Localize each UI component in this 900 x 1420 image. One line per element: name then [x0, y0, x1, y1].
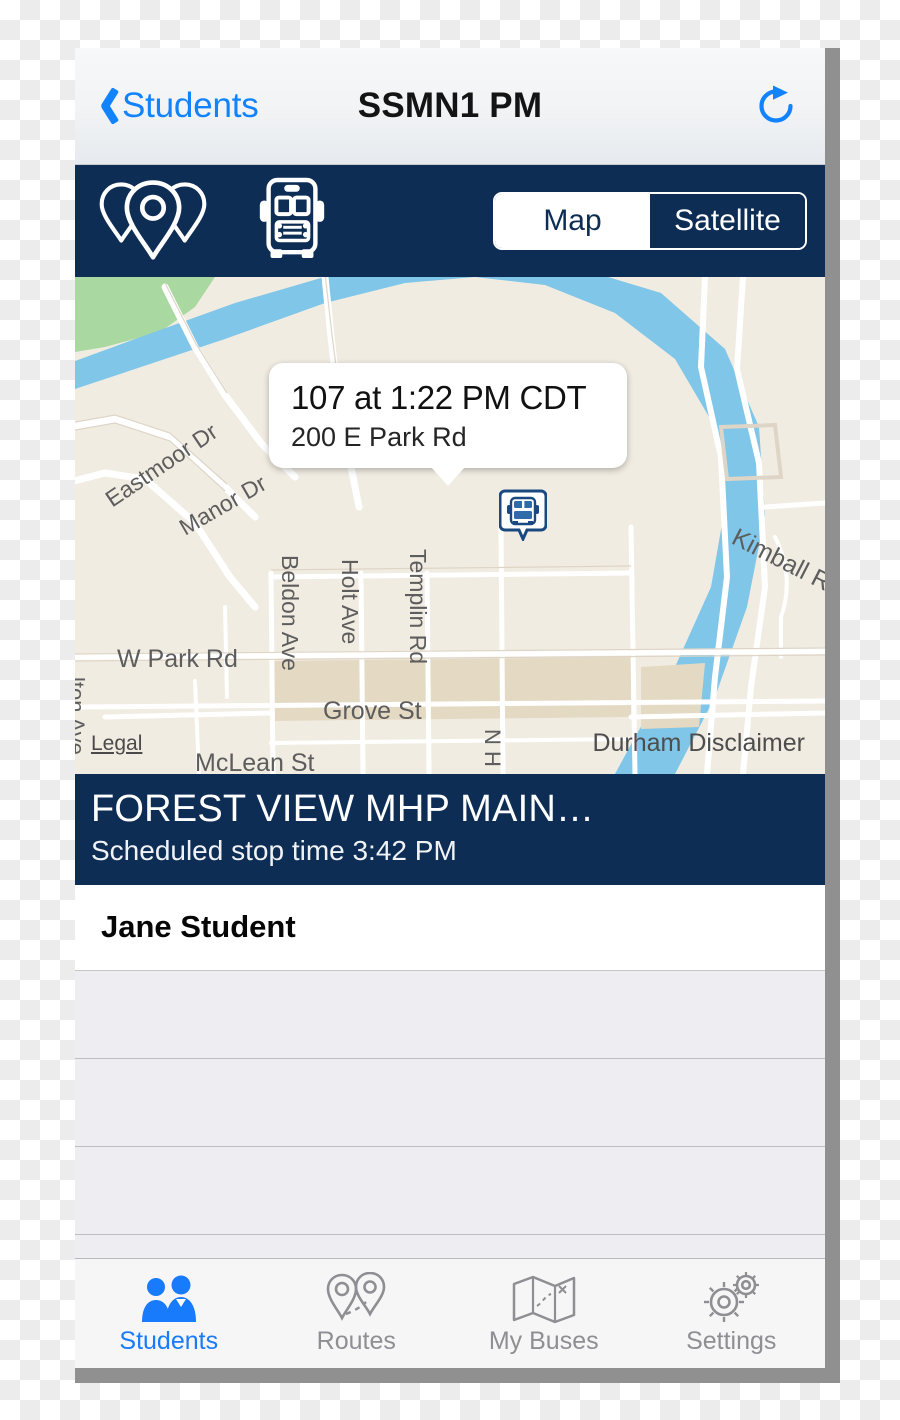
- navigation-bar: Students SSMN1 PM: [75, 48, 825, 165]
- list-item[interactable]: Jane Student: [75, 884, 825, 971]
- list-item[interactable]: [75, 1058, 825, 1147]
- refresh-icon[interactable]: [753, 83, 799, 129]
- map-canvas[interactable]: Eastmoor Dr Manor Dr Beldon Ave Holt Ave…: [75, 277, 825, 774]
- gears-icon: [700, 1271, 762, 1324]
- segment-map[interactable]: Map: [495, 194, 650, 248]
- map-disclaimer-label[interactable]: Durham Disclaimer: [592, 729, 805, 758]
- page-title: SSMN1 PM: [357, 86, 543, 125]
- callout-title: 107 at 1:22 PM CDT: [291, 379, 587, 416]
- tab-students[interactable]: Students: [75, 1259, 263, 1368]
- phone-screen: Students SSMN1 PM Map Satellite Eastmoor…: [75, 48, 825, 1368]
- map-type-segmented-control[interactable]: Map Satellite: [493, 192, 807, 250]
- tab-settings[interactable]: Settings: [638, 1259, 826, 1368]
- bus-marker-icon[interactable]: [499, 489, 547, 541]
- student-list: Jane Student: [75, 884, 825, 1258]
- student-name: Jane Student: [101, 909, 296, 945]
- map-graphics: [75, 277, 825, 774]
- stop-name: FOREST VIEW MHP MAIN…: [91, 788, 595, 830]
- school-bus-icon[interactable]: [253, 175, 331, 268]
- routes-pins-icon: [324, 1271, 388, 1324]
- students-icon: [129, 1275, 209, 1324]
- list-item[interactable]: [75, 1146, 825, 1235]
- segment-satellite[interactable]: Satellite: [650, 194, 805, 248]
- tab-label: Settings: [686, 1326, 777, 1355]
- list-item[interactable]: [75, 1234, 825, 1258]
- scheduled-stop-time: Scheduled stop time 3:42 PM: [91, 834, 457, 866]
- tab-my-buses[interactable]: My Buses: [450, 1259, 638, 1368]
- callout-subtitle: 200 E Park Rd: [291, 422, 467, 452]
- tab-label: My Buses: [488, 1326, 599, 1355]
- tab-label: Students: [119, 1326, 219, 1355]
- stop-info-banner: FOREST VIEW MHP MAIN… Scheduled stop tim…: [75, 774, 825, 885]
- map-legal-link[interactable]: Legal: [91, 732, 142, 756]
- tab-label: Routes: [316, 1326, 396, 1355]
- folded-map-icon: [511, 1275, 577, 1324]
- bus-callout-bubble[interactable]: 107 at 1:22 PM CDT 200 E Park Rd: [269, 363, 627, 486]
- map-toolbar: Map Satellite: [75, 165, 825, 277]
- map-pins-icon[interactable]: [97, 177, 209, 266]
- bottom-tab-bar: Students Routes My Buses Settings: [75, 1258, 825, 1368]
- tab-routes[interactable]: Routes: [263, 1259, 451, 1368]
- list-item[interactable]: [75, 970, 825, 1059]
